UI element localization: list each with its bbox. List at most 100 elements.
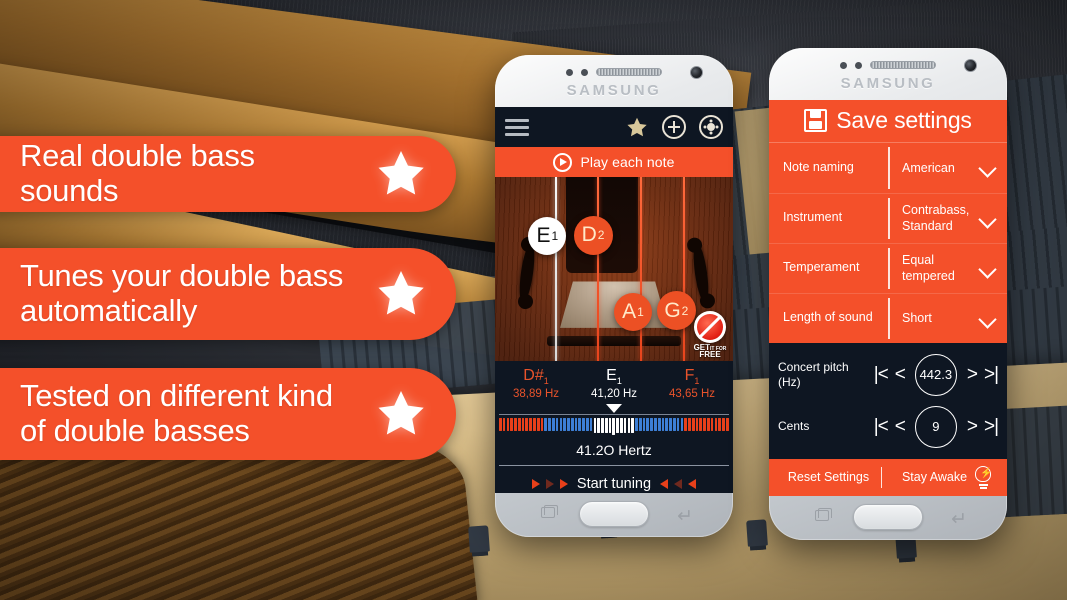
freq-flat-hz: 38,89 Hz xyxy=(512,388,560,401)
note-bubble-A1-octave: 1 xyxy=(637,304,644,319)
gear-circle-icon[interactable] xyxy=(699,115,723,139)
phone-brand-label: SAMSUNG xyxy=(566,82,662,99)
settings-list: Note naming American Instrument Contraba… xyxy=(769,143,1007,343)
phone-tuner: SAMSUNG Play each note E 1 D 2 A 1 G 2 G… xyxy=(495,55,733,537)
reset-settings-label: Reset Settings xyxy=(787,470,870,485)
hamburger-menu-icon[interactable] xyxy=(505,118,529,136)
row-divider xyxy=(888,197,890,239)
plus-circle-icon[interactable] xyxy=(662,115,686,139)
start-tuning-button[interactable]: Start tuning xyxy=(495,468,733,493)
freq-sharp-hz: 43,65 Hz xyxy=(668,388,716,401)
stepper-label-concert-pitch: Concert pitch (Hz) xyxy=(778,360,849,389)
lightbulb-icon: ⚡ xyxy=(974,465,993,489)
cents-prev-button[interactable]: < xyxy=(895,417,906,436)
concert-pitch-prev-button[interactable]: < xyxy=(895,365,906,384)
tuner-app-bar xyxy=(495,107,733,147)
proximity-sensor-icon xyxy=(840,61,847,69)
concert-pitch-next-button[interactable]: > xyxy=(967,365,978,384)
note-bubble-G2-label: G xyxy=(664,298,681,322)
setting-row-instrument[interactable]: Instrument Contrabass, Standard xyxy=(769,192,1007,243)
save-settings-title: Save settings xyxy=(836,107,972,134)
play-each-note-button[interactable]: Play each note xyxy=(495,147,733,177)
setting-row-temperament[interactable]: Temperament Equal tempered xyxy=(769,242,1007,293)
note-bubble-E1-label: E xyxy=(536,224,551,248)
stepper-row-concert-pitch: Concert pitch (Hz) |< < 442.3 > >| xyxy=(769,349,1007,401)
note-bubble-A1[interactable]: A1 xyxy=(614,292,652,331)
phone-settings: SAMSUNG Save settings Note naming Americ… xyxy=(769,48,1007,540)
feature-banner-3-text: Tested on different kind of double basse… xyxy=(20,378,333,448)
save-settings-button[interactable]: Save settings xyxy=(769,100,1007,143)
freq-flat-octave: 1 xyxy=(543,376,549,387)
arrow-right-icon xyxy=(559,479,568,490)
cents-next-button[interactable]: > xyxy=(967,417,978,436)
row-divider xyxy=(888,247,890,289)
meter-pointer-icon xyxy=(606,404,622,414)
feature-banner-1-text: Real double bass sounds xyxy=(20,138,255,208)
feature-banner-1: Real double bass sounds xyxy=(0,136,456,212)
cents-last-button[interactable]: >| xyxy=(984,417,999,436)
cents-first-button[interactable]: |< xyxy=(874,417,889,436)
setting-label-temperament: Temperament xyxy=(783,260,860,275)
feature-banner-3: Tested on different kind of double basse… xyxy=(0,368,456,460)
recent-apps-icon[interactable] xyxy=(815,507,832,521)
cents-value[interactable]: 9 xyxy=(914,405,957,448)
chevron-down-icon[interactable] xyxy=(980,211,995,226)
no-ads-icon xyxy=(694,311,726,343)
arrow-right-icon xyxy=(545,479,554,490)
stepper-row-cents: Cents |< < 9 > >| xyxy=(769,401,1007,453)
phone-top-bezel: SAMSUNG xyxy=(769,48,1007,100)
recent-apps-icon[interactable] xyxy=(541,504,558,518)
tuner-screen: Play each note E1 D2 A 1 G 2 GETIT FOR F… xyxy=(495,107,733,493)
back-arrow-icon[interactable]: ↵ xyxy=(677,507,693,526)
reset-settings-button[interactable]: Reset Settings xyxy=(769,470,888,484)
earpiece-speaker-icon xyxy=(870,61,936,69)
string-G2 xyxy=(683,177,686,361)
ad-badge-line2: FREE xyxy=(699,350,721,360)
phone-brand-label: SAMSUNG xyxy=(840,75,936,92)
play-each-note-label: Play each note xyxy=(580,154,675,170)
chevron-down-icon[interactable] xyxy=(980,261,995,276)
frequency-cell-target[interactable]: E1 41,20 Hz xyxy=(575,367,653,400)
light-sensor-icon xyxy=(855,61,862,69)
note-bubble-D2-octave: 2 xyxy=(597,228,605,243)
star-icon[interactable] xyxy=(625,116,649,139)
footer-divider xyxy=(880,466,883,488)
tuning-meter: 41.2O Hertz xyxy=(495,404,733,469)
back-arrow-icon[interactable]: ↵ xyxy=(951,510,967,529)
front-camera-icon xyxy=(964,59,977,72)
concert-pitch-last-button[interactable]: >| xyxy=(984,365,999,384)
setting-label-length-of-sound: Length of sound xyxy=(783,310,873,325)
star-icon xyxy=(364,267,438,321)
stay-awake-label: Stay Awake xyxy=(901,470,968,485)
settings-screen: Save settings Note naming American Instr… xyxy=(769,100,1007,496)
hertz-reading: 41.2O Hertz xyxy=(576,442,652,459)
note-bubble-D2[interactable]: D2 xyxy=(573,215,613,255)
stepper-label-cents: Cents xyxy=(778,419,810,434)
setting-row-length-of-sound[interactable]: Length of sound Short xyxy=(769,292,1007,343)
feature-banner-2: Tunes your double bass automatically xyxy=(0,248,456,340)
frequency-cell-flat[interactable]: D#1 38,89 Hz xyxy=(497,367,575,400)
phone-top-bezel: SAMSUNG xyxy=(495,55,733,107)
frequency-cell-sharp[interactable]: F1 43,65 Hz xyxy=(653,367,731,400)
freq-target-hz: 41,20 Hz xyxy=(590,388,638,401)
chevron-down-icon[interactable] xyxy=(980,311,995,326)
stay-awake-button[interactable]: Stay Awake ⚡ xyxy=(888,465,1007,489)
settings-footer: Reset Settings Stay Awake ⚡ xyxy=(769,458,1007,496)
home-button[interactable] xyxy=(579,501,649,527)
string-E1 xyxy=(554,177,557,361)
star-icon xyxy=(364,147,438,201)
note-bubble-G2-octave: 2 xyxy=(681,303,689,318)
concert-pitch-first-button[interactable]: |< xyxy=(874,365,889,384)
home-button[interactable] xyxy=(853,504,923,530)
setting-value-note-naming: American xyxy=(902,160,955,175)
get-it-for-free-ad-badge[interactable]: GETIT FOR FREE xyxy=(690,311,730,359)
arrow-right-icon xyxy=(531,479,540,490)
floppy-save-icon xyxy=(804,109,828,133)
freq-target-octave: 1 xyxy=(616,376,622,387)
setting-label-note-naming: Note naming xyxy=(783,159,854,174)
chevron-down-icon[interactable] xyxy=(980,160,995,175)
numeric-settings-panel: Concert pitch (Hz) |< < 442.3 > >| Cents… xyxy=(769,342,1007,459)
concert-pitch-value[interactable]: 442.3 xyxy=(914,353,957,396)
setting-row-note-naming[interactable]: Note naming American xyxy=(769,143,1007,193)
freq-target-note: E xyxy=(606,367,617,384)
